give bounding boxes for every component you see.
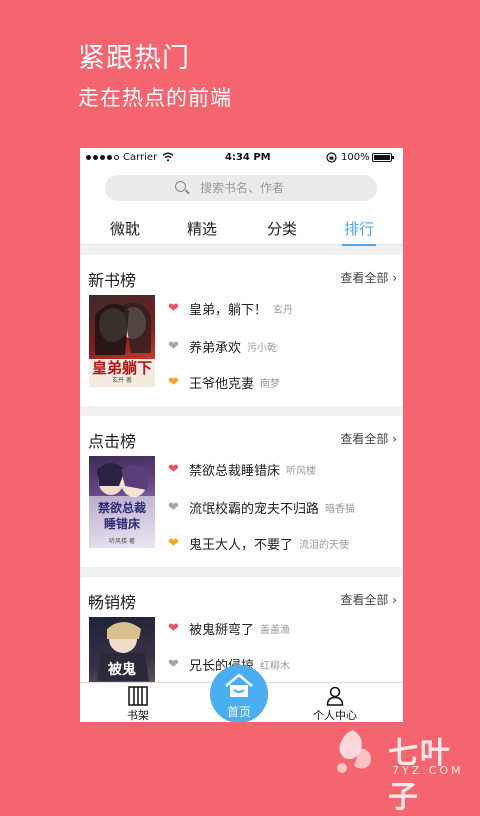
phone-screen: Carrier 4:34 PM 100% 微耽 精选 分类 排行 新书榜 查看全…	[80, 148, 403, 722]
list-item[interactable]: ❤ 禁欲总裁睡错床 听风楼	[168, 460, 316, 480]
nav-bookshelf[interactable]: 书架	[98, 683, 178, 722]
book-cover[interactable]: 皇弟躺下 玄丹 著	[89, 295, 155, 387]
book-author: 盖盖渔	[260, 625, 291, 636]
book-author: 听风楼	[286, 466, 317, 477]
promo-title: 紧跟热门	[78, 43, 190, 74]
book-title: 禁欲总裁睡错床	[189, 464, 281, 479]
search-input[interactable]	[200, 179, 360, 197]
book-author: 玄丹	[273, 305, 294, 316]
list-item[interactable]: ❤ 王爷他克妻 南梦	[168, 373, 280, 393]
orange-heart-icon: ❤	[168, 375, 179, 390]
cover-author: 玄丹 著	[112, 377, 132, 384]
tab-paihang[interactable]: 排行	[341, 218, 377, 246]
list-item[interactable]: ❤ 流氓校霸的宠夫不归路 暗香猫	[168, 498, 355, 518]
nav-profile[interactable]: 个人中心	[295, 683, 375, 722]
nav-home[interactable]: 首页	[210, 665, 268, 722]
search-icon	[175, 181, 186, 192]
view-all-link[interactable]: 查看全部 ›	[340, 591, 397, 608]
section-title: 新书榜	[88, 271, 137, 290]
bottom-nav: 书架 首页 个人中心	[80, 665, 403, 722]
wifi-icon	[162, 152, 174, 165]
status-bar: Carrier 4:34 PM 100%	[80, 148, 403, 168]
tab-weidan[interactable]: 微耽	[110, 218, 140, 239]
red-heart-icon: ❤	[168, 301, 179, 316]
carrier-label: Carrier	[123, 152, 158, 163]
profile-icon	[326, 686, 344, 706]
book-title: 鬼王大人，不要了	[189, 538, 294, 553]
book-author: 南梦	[260, 379, 281, 390]
search-box[interactable]	[105, 175, 377, 201]
battery-icon	[372, 153, 394, 162]
book-title: 皇弟，躺下！	[189, 303, 268, 318]
red-heart-icon: ❤	[168, 462, 179, 477]
gray-heart-icon: ❤	[168, 339, 179, 354]
nav-label: 首页	[226, 705, 251, 719]
category-tabs: 微耽 精选 分类 排行	[80, 210, 403, 246]
book-author: 流泪的天使	[299, 540, 350, 551]
section-title: 点击榜	[88, 432, 137, 451]
book-author: 红柳木	[260, 661, 291, 672]
nav-label: 书架	[127, 709, 149, 722]
orange-heart-icon: ❤	[168, 536, 179, 551]
section-title: 畅销榜	[88, 593, 137, 612]
search-bar-area	[80, 168, 403, 210]
ranking-section-new: 新书榜 查看全部 › 皇弟躺下 玄丹 著 ❤ 皇弟，躺下！ 玄丹 ❤ 养弟承欢 污小乾 …	[80, 255, 403, 406]
cover-title: 被鬼	[108, 662, 136, 678]
view-all-link[interactable]: 查看全部 ›	[340, 269, 397, 286]
list-item[interactable]: ❤ 鬼王大人，不要了 流泪的天使	[168, 534, 349, 554]
home-icon	[225, 673, 253, 697]
watermark-url: 7YZ.COM	[392, 764, 464, 777]
promo-subtitle: 走在热点的前端	[78, 86, 232, 110]
gray-heart-icon: ❤	[168, 500, 179, 515]
ranking-section-clicks: 点击榜 查看全部 › 禁欲总裁 睡错床 听风楼 著 ❤ 禁欲总裁睡错床 听风楼 ❤ 流…	[80, 416, 403, 567]
book-author: 暗香猫	[325, 504, 356, 515]
battery-percent: 100%	[341, 152, 370, 163]
book-author: 污小乾	[247, 343, 278, 354]
book-cover[interactable]: 禁欲总裁 睡错床 听风楼 著	[89, 456, 155, 548]
gray-heart-icon: ❤	[168, 657, 179, 672]
book-title: 养弟承欢	[189, 341, 242, 356]
cover-title: 禁欲总裁 睡错床	[97, 501, 146, 531]
book-title: 王爷他克妻	[189, 377, 255, 392]
view-all-link[interactable]: 查看全部 ›	[340, 430, 397, 447]
list-item[interactable]: ❤ 养弟承欢 污小乾	[168, 337, 277, 357]
tab-jingxuan[interactable]: 精选	[187, 218, 217, 239]
cover-author: 听风楼 著	[109, 538, 135, 545]
rotation-lock-icon	[326, 152, 337, 166]
book-title: 被鬼掰弯了	[189, 623, 255, 638]
signal-icon	[86, 155, 119, 160]
bookshelf-icon	[128, 686, 148, 706]
tab-fenlei[interactable]: 分类	[267, 218, 297, 239]
status-time: 4:34 PM	[225, 152, 271, 163]
nav-label: 个人中心	[313, 709, 357, 722]
red-heart-icon: ❤	[168, 621, 179, 636]
list-item[interactable]: ❤ 被鬼掰弯了 盖盖渔	[168, 619, 290, 639]
list-item[interactable]: ❤ 皇弟，躺下！ 玄丹	[168, 299, 293, 319]
book-title: 流氓校霸的宠夫不归路	[189, 502, 320, 517]
watermark-leaf-icon	[337, 730, 371, 773]
